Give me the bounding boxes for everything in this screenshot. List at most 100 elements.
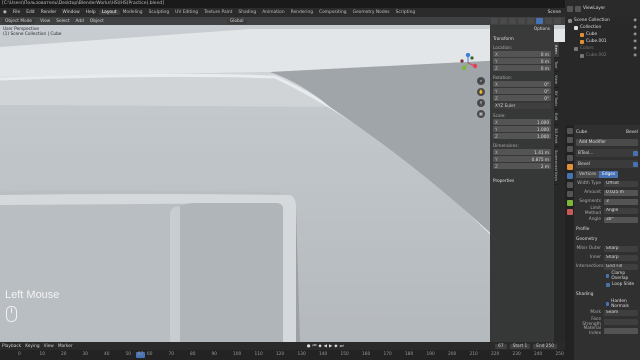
workspace-tab-geometry-nodes[interactable]: Geometry Nodes [350, 10, 393, 15]
loop-slide-checkbox[interactable]: Loop Slide [606, 281, 638, 288]
workspace-tab-shading[interactable]: Shading [235, 10, 259, 15]
workspace-tab-scripting[interactable]: Scripting [393, 10, 419, 15]
start-frame-field[interactable]: Start 1 [509, 343, 531, 349]
sidebar-tab-bytools[interactable]: BY Tools [554, 88, 559, 111]
pan-hand-icon[interactable]: ✋ [477, 88, 485, 96]
sidebar-tab-tool[interactable]: Tool [554, 58, 559, 73]
timeline-menu-view[interactable]: View [44, 344, 54, 349]
timeline-menu-keying[interactable]: Keying [25, 344, 39, 349]
visibility-eye-icon[interactable]: ◉ [633, 38, 640, 45]
visibility-eye-icon[interactable]: ◉ [633, 52, 640, 59]
sidebar-tab-edit[interactable]: Edit [554, 110, 559, 125]
solid-shading-icon[interactable] [536, 18, 543, 24]
outliner-item[interactable]: Cube.002 ◉ [565, 52, 640, 59]
playhead[interactable]: 67 [136, 352, 145, 358]
display-mode-icon[interactable] [567, 5, 573, 12]
workspace-tab-sculpting[interactable]: Sculpting [146, 10, 173, 15]
modifier-wrench-icon[interactable] [567, 173, 573, 179]
workspace-tab-animation[interactable]: Animation [259, 10, 287, 15]
visibility-eye-icon[interactable]: ◉ [633, 17, 640, 24]
ortho-grid-icon[interactable]: ▦ [477, 110, 485, 118]
affect-edges-button[interactable]: Edges [599, 171, 619, 178]
record-icon[interactable]: ● [307, 344, 311, 349]
scene-selector[interactable]: Scene [544, 10, 565, 15]
transform-panel-header[interactable]: Transform [493, 36, 551, 41]
inner-dropdown[interactable]: Sharp [604, 254, 638, 261]
filter-icon[interactable] [575, 5, 581, 12]
jump-start-icon[interactable]: ⏮ [312, 344, 316, 349]
location-z-field[interactable]: Z0 m [493, 65, 551, 71]
workspace-tab-rendering[interactable]: Rendering [288, 10, 316, 15]
transform-orientation-dropdown[interactable]: Global [226, 18, 247, 24]
current-frame-field[interactable]: 67 [495, 343, 507, 349]
outliner-item[interactable]: Colors ◉ [565, 45, 640, 52]
properties-panel-header[interactable]: Properties [493, 178, 551, 183]
workspace-tab-compositing[interactable]: Compositing [316, 10, 350, 15]
rotation-mode-dropdown[interactable]: XYZ Euler [493, 103, 551, 109]
face-strength-dropdown[interactable] [604, 318, 638, 325]
modifier-bevel[interactable]: Bevel [576, 160, 638, 168]
location-y-field[interactable]: Y0 m [493, 58, 551, 64]
rotation-z-field[interactable]: Z 0° [493, 95, 551, 101]
scale-z-field[interactable]: Z 1.000 [493, 133, 551, 139]
viewport-menu-select[interactable]: Select [53, 19, 72, 24]
timeline-menu-playback[interactable]: Playback [2, 344, 21, 349]
visibility-eye-icon[interactable]: ◉ [633, 31, 640, 38]
viewport-menu-add[interactable]: Add [73, 19, 87, 24]
view-layer-name[interactable]: ViewLayer [583, 6, 605, 11]
mode-selector[interactable]: Object Mode [2, 18, 36, 24]
segments-field[interactable]: 3 [604, 198, 638, 205]
scale-y-field[interactable]: Y 1.000 [493, 126, 551, 132]
workspace-tab-texture-paint[interactable]: Texture Paint [201, 10, 235, 15]
menu-edit[interactable]: Edit [23, 10, 38, 15]
menu-render[interactable]: Render [38, 10, 60, 15]
outliner-item[interactable]: Scene Collection ◉ [565, 17, 640, 24]
render-tab-icon[interactable] [567, 137, 573, 143]
camera-view-icon[interactable]: ⚲ [477, 99, 485, 107]
play-reverse-icon[interactable]: ◀ [324, 344, 327, 349]
shading-subpanel[interactable]: Shading [576, 292, 638, 298]
visibility-eye-icon[interactable]: ◉ [633, 24, 640, 31]
amount-field[interactable]: 0.025 m [604, 189, 638, 196]
add-modifier-button[interactable]: Add Modifier [576, 139, 638, 146]
profile-subpanel[interactable]: Profile [576, 227, 638, 233]
tool-tab-icon[interactable] [567, 128, 573, 134]
sidebar-tab-screencast-keys[interactable]: Screencast Keys [554, 147, 559, 186]
overlays-toggle-icon[interactable] [509, 18, 516, 24]
harden-normals-checkbox[interactable]: Harden Normals [606, 299, 638, 309]
outliner-item[interactable]: Collection ◉ [565, 24, 640, 31]
play-icon[interactable]: ▶ [329, 344, 332, 349]
rotation-x-field[interactable]: X 0° [493, 81, 551, 87]
object-tab-icon[interactable] [567, 164, 573, 170]
data-tab-icon[interactable] [567, 200, 573, 206]
width-type-dropdown[interactable]: Offset [604, 180, 638, 187]
outliner-item[interactable]: Cube ◉ [565, 31, 640, 38]
clamp-overlap-checkbox[interactable]: Clamp Overlap [606, 271, 638, 281]
constraints-tab-icon[interactable] [567, 191, 573, 197]
material-tab-icon[interactable] [567, 209, 573, 215]
timeline-ruler[interactable]: 67 0 10 20 30 40 50 60 70 80 90 100 110 120 130 140 150… [0, 350, 565, 360]
blender-logo-icon[interactable]: ◉ [0, 10, 10, 15]
dimension-x-field[interactable]: X 1.41 m [493, 149, 551, 155]
sidebar-tab-view[interactable]: View [554, 72, 559, 89]
viewport-menu-view[interactable]: View [37, 19, 53, 24]
visibility-eye-icon[interactable]: ◉ [633, 45, 640, 52]
rotation-y-field[interactable]: Y 0° [493, 88, 551, 94]
workspace-tab-uv-editing[interactable]: UV Editing [172, 10, 201, 15]
sidebar-tab-item[interactable]: Item [554, 42, 559, 58]
prev-key-icon[interactable]: ◆ [318, 344, 321, 349]
location-x-field[interactable]: X0 m [493, 51, 551, 57]
modifier-btool[interactable]: BTool... [576, 149, 638, 157]
angle-field[interactable]: 30° [604, 216, 638, 223]
visibility-icon[interactable] [491, 18, 498, 24]
miter-outer-dropdown[interactable]: Sharp [604, 245, 638, 252]
sidebar-tab-3dprint[interactable]: 3D-Print [554, 125, 559, 148]
physics-tab-icon[interactable] [567, 182, 573, 188]
gizmo-toggle-icon[interactable] [500, 18, 507, 24]
limit-method-dropdown[interactable]: Angle [604, 207, 638, 214]
output-tab-icon[interactable] [567, 146, 573, 152]
3d-viewport[interactable]: Object Mode View Select Add Object Globa… [0, 17, 565, 342]
mark-seam-toggle[interactable]: Seam [604, 309, 638, 316]
menu-help[interactable]: Help [83, 10, 99, 15]
material-shading-icon[interactable] [545, 18, 552, 24]
